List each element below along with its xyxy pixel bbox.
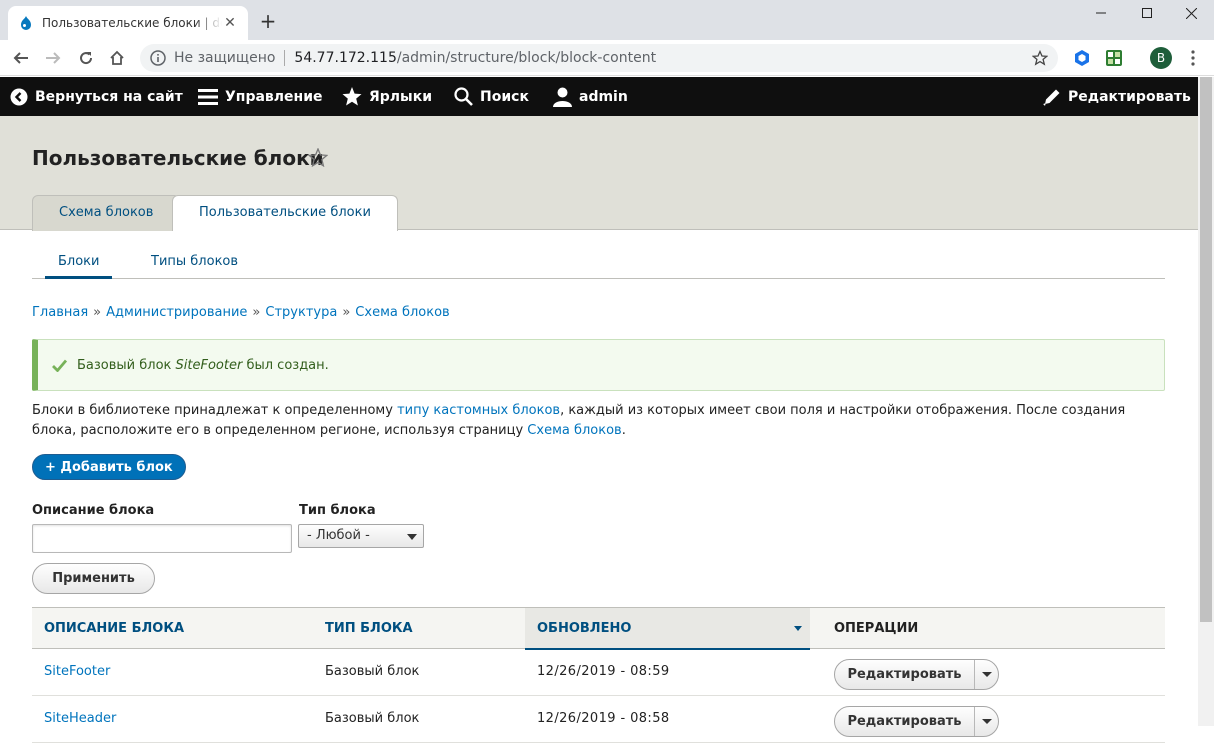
chevron-down-icon (407, 534, 417, 540)
shortcuts-menu[interactable]: Ярлыки (342, 77, 432, 116)
edit-button[interactable]: Редактировать (835, 707, 975, 736)
back-to-site-link[interactable]: Вернуться на сайт (10, 77, 183, 116)
reload-icon[interactable] (75, 48, 97, 68)
close-tab-icon[interactable]: ✕ (222, 15, 238, 31)
operations-dropbutton: Редактировать (834, 659, 999, 690)
column-header-updated[interactable]: Обновлено (525, 608, 810, 650)
breadcrumb-admin[interactable]: Администрирование (106, 305, 247, 320)
user-label: admin (579, 88, 628, 105)
custom-block-types-link[interactable]: типу кастомных блоков (397, 403, 560, 418)
tab-block-layout[interactable]: Схема блоков (32, 195, 181, 231)
back-circle-icon (10, 88, 28, 105)
hamburger-icon (198, 88, 218, 105)
operations-dropbutton: Редактировать (834, 706, 999, 737)
description-filter-input[interactable] (32, 524, 292, 553)
extension-grid-icon[interactable] (1105, 49, 1123, 67)
subtab-blocks[interactable]: Блоки (45, 244, 113, 279)
manage-label: Управление (225, 88, 323, 105)
address-separator (284, 50, 286, 66)
column-header-operations: Операции (834, 621, 919, 636)
breadcrumb-block-layout[interactable]: Схема блоков (355, 305, 449, 320)
back-to-site-label: Вернуться на сайт (35, 88, 183, 105)
message-block-name: SiteFooter (175, 357, 243, 373)
status-message: Базовый блок SiteFooter был создан. (32, 339, 1165, 391)
browser-menu-icon[interactable] (1182, 48, 1204, 68)
breadcrumb: Главная» Администрирование» Структура» Схем… (32, 305, 450, 320)
column-header-description[interactable]: Описание блока (44, 608, 184, 650)
operations-toggle-icon[interactable] (975, 707, 998, 736)
breadcrumb-home[interactable]: Главная (32, 305, 88, 320)
forward-arrow-icon[interactable] (42, 48, 64, 68)
search-label: Поиск (480, 88, 529, 105)
address-bar[interactable]: Не защищено 54.77.172.115 /admin/structu… (140, 44, 1058, 72)
add-block-button[interactable]: + Добавить блок (32, 454, 186, 480)
block-updated-cell: 12/26/2019 - 08:59 (537, 664, 670, 679)
maximize-icon[interactable] (1124, 0, 1170, 26)
pencil-icon (1043, 89, 1060, 106)
shortcuts-label: Ярлыки (369, 88, 433, 105)
secondary-tabs: Блоки Типы блоков (32, 244, 1165, 279)
scroll-thumb[interactable] (1200, 77, 1212, 622)
home-icon[interactable] (106, 48, 128, 68)
admin-toolbar: Вернуться на сайт Управление Ярлыки Поис… (0, 77, 1198, 116)
page-header: Пользовательские блоки Схема блоков Поль… (0, 116, 1198, 231)
page-title: Пользовательские блоки (32, 146, 324, 170)
intro-text: Блоки в библиотеке принадлежат к определ… (32, 403, 1126, 438)
table-row: SiteFooter Базовый блок 12/26/2019 - 08:… (32, 649, 1165, 696)
checkmark-icon (52, 359, 67, 372)
operations-toggle-icon[interactable] (975, 660, 998, 689)
block-updated-cell: 12/26/2019 - 08:58 (537, 711, 670, 726)
subtab-block-types[interactable]: Типы блоков (138, 244, 251, 279)
minimize-icon[interactable] (1078, 0, 1124, 26)
block-name-link[interactable]: SiteHeader (44, 711, 116, 726)
page-scrollbar[interactable] (1198, 77, 1214, 726)
edit-button[interactable]: Редактировать (835, 660, 975, 689)
close-window-icon[interactable] (1168, 0, 1214, 26)
type-filter-value: - Любой - (307, 528, 370, 543)
search-menu[interactable]: Поиск (454, 77, 529, 116)
tab-title: Пользовательские блоки | default (42, 16, 222, 30)
search-icon (454, 87, 473, 106)
browser-tab-bar: Пользовательские блоки | default ✕ + (0, 0, 1214, 40)
message-text: Базовый блок SiteFooter был создан. (77, 357, 329, 373)
type-filter-select[interactable]: - Любой - (298, 524, 424, 548)
browser-tab[interactable]: Пользовательские блоки | default ✕ (8, 6, 248, 40)
profile-avatar[interactable]: B (1150, 47, 1172, 69)
url-path: /admin/structure/block/block-content (396, 50, 657, 66)
tab-custom-blocks[interactable]: Пользовательские блоки (172, 195, 398, 231)
star-icon (342, 87, 362, 106)
drupal-favicon-icon (21, 16, 31, 30)
table-row: SiteHeader Базовый блок 12/26/2019 - 08:… (32, 696, 1165, 743)
extension-shield-icon[interactable] (1073, 49, 1091, 67)
user-icon (553, 87, 572, 107)
sort-descending-icon (794, 626, 802, 631)
info-icon[interactable] (150, 50, 166, 66)
block-name-link[interactable]: SiteFooter (44, 664, 110, 679)
breadcrumb-structure[interactable]: Структура (265, 305, 337, 320)
apply-button[interactable]: Применить (32, 563, 155, 594)
add-shortcut-star-icon[interactable] (308, 148, 328, 167)
table-header: Описание блока Тип блока Обновлено Опера… (32, 607, 1165, 650)
new-tab-icon[interactable]: + (258, 11, 278, 31)
user-menu[interactable]: admin (553, 77, 628, 116)
block-type-cell: Базовый блок (325, 664, 420, 679)
block-layout-link[interactable]: Схема блоков (527, 423, 621, 438)
security-label: Не защищено (174, 50, 276, 66)
browser-toolbar: Не защищено 54.77.172.115 /admin/structu… (0, 40, 1214, 76)
type-filter-label: Тип блока (299, 503, 376, 518)
description-filter-label: Описание блока (32, 503, 155, 518)
bookmark-star-icon[interactable] (1032, 50, 1048, 66)
manage-menu[interactable]: Управление (198, 77, 323, 116)
url-host: 54.77.172.115 (294, 50, 397, 66)
edit-mode-toggle[interactable]: Редактировать (1043, 77, 1191, 116)
back-arrow-icon[interactable] (10, 48, 32, 68)
edit-label: Редактировать (1068, 88, 1191, 105)
column-header-type[interactable]: Тип блока (325, 608, 413, 650)
block-type-cell: Базовый блок (325, 711, 420, 726)
